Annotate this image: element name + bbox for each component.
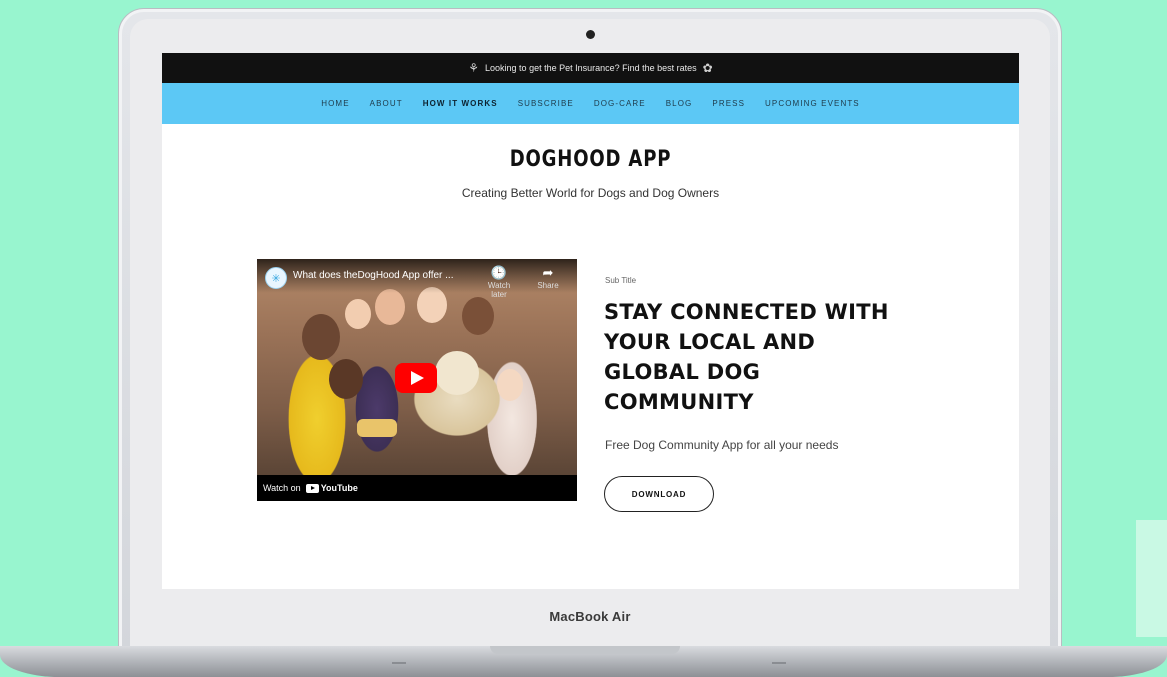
watch-later-label: Watch later — [487, 281, 511, 299]
nav-item-how-it-works[interactable]: HOW IT WORKS — [423, 99, 498, 108]
share-icon: ➦ — [542, 265, 554, 280]
youtube-logo[interactable]: YouTube — [305, 483, 358, 493]
nav-item-upcoming-events[interactable]: UPCOMING EVENTS — [765, 99, 860, 108]
section-subtitle: Sub Title — [605, 276, 637, 285]
share-button[interactable]: ➦ Share — [528, 265, 568, 290]
video-player[interactable]: ✳ What does theDogHood App offer ... 🕒 W… — [257, 259, 577, 501]
camera-icon — [586, 30, 595, 39]
nav-item-dog-care[interactable]: DOG-CARE — [594, 99, 646, 108]
watch-on-label: Watch on — [263, 483, 301, 493]
clock-icon: 🕒 — [490, 265, 508, 280]
flower-icon: ⚘ — [468, 61, 480, 75]
video-title[interactable]: What does theDogHood App offer ... — [293, 270, 463, 281]
download-button[interactable]: DOWNLOAD — [604, 476, 714, 512]
headline-line: GLOBAL DOG — [604, 360, 761, 384]
flower-icon: ✿ — [702, 61, 713, 75]
share-label: Share — [537, 281, 559, 290]
youtube-wordmark: YouTube — [320, 483, 358, 493]
side-panel — [1136, 520, 1167, 637]
watch-later-button[interactable]: 🕒 Watch later — [479, 265, 519, 299]
headline: STAY CONNECTED WITH YOUR LOCAL AND GLOBA… — [604, 297, 944, 417]
nav-item-home[interactable]: HOME — [321, 99, 349, 108]
channel-avatar[interactable]: ✳ — [265, 267, 287, 289]
play-button[interactable] — [395, 363, 437, 393]
laptop-hinge-notch — [490, 646, 680, 654]
nav-item-press[interactable]: PRESS — [712, 99, 745, 108]
video-bottombar[interactable]: Watch on YouTube — [257, 475, 577, 501]
youtube-play-icon — [305, 483, 319, 493]
headline-line: COMMUNITY — [604, 390, 754, 414]
announcement-text: Looking to get the Pet Insurance? Find t… — [485, 63, 697, 73]
nav-item-about[interactable]: ABOUT — [370, 99, 403, 108]
nav-item-subscribe[interactable]: SUBSCRIBE — [518, 99, 574, 108]
site-subtitle: Creating Better World for Dogs and Dog O… — [461, 186, 720, 200]
main-nav: HOME ABOUT HOW IT WORKS SUBSCRIBE DOG-CA… — [162, 83, 1019, 124]
laptop-screen: ⚘ Looking to get the Pet Insurance? Find… — [162, 53, 1019, 589]
announcement-bar[interactable]: ⚘ Looking to get the Pet Insurance? Find… — [162, 53, 1019, 83]
tagline: Free Dog Community App for all your need… — [605, 438, 839, 452]
device-brand-label: MacBook Air — [549, 609, 631, 624]
laptop-foot — [772, 662, 786, 664]
laptop-foot — [392, 662, 406, 664]
nav-item-blog[interactable]: BLOG — [666, 99, 693, 108]
headline-line: STAY CONNECTED WITH — [604, 300, 889, 324]
headline-line: YOUR LOCAL AND — [604, 330, 816, 354]
site-title: DOGHOOD APP — [509, 147, 672, 172]
